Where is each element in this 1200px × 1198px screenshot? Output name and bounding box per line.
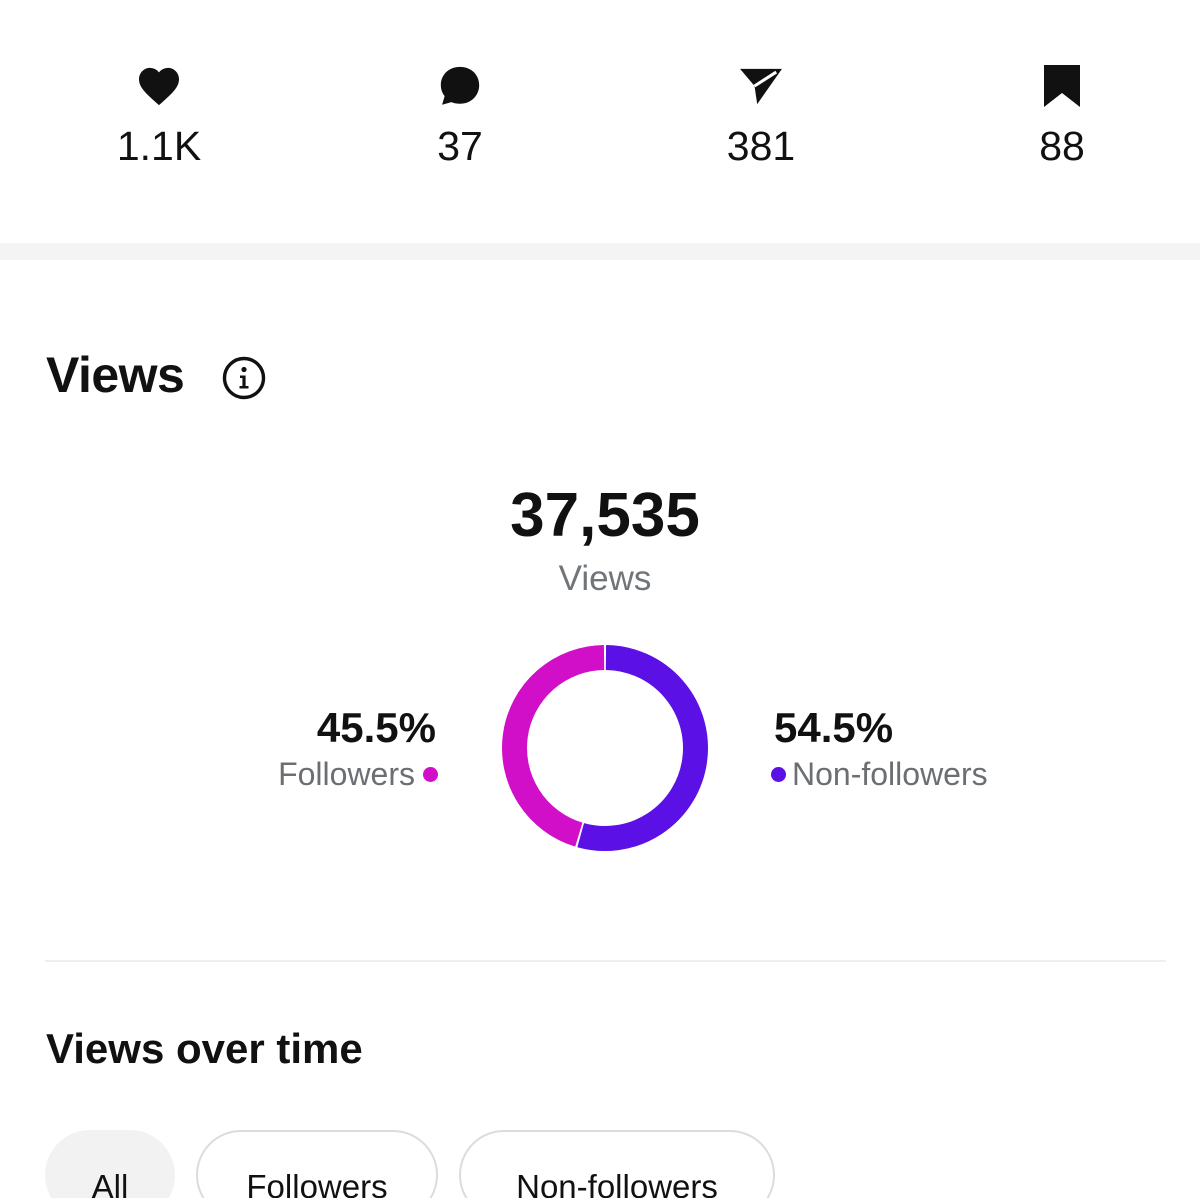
send-icon [738, 60, 784, 112]
filter-non-followers-chip[interactable]: Non-followers [459, 1130, 775, 1198]
comments-stat: 37 [360, 60, 560, 170]
saves-stat: 88 [962, 60, 1162, 170]
followers-legend-label: Followers [278, 756, 415, 792]
non-followers-legend-label: Non-followers [792, 756, 988, 792]
insights-page: 1.1K 37 381 88 Views 37,535 Views 45.5% … [0, 0, 1200, 1198]
non-followers-legend-dot [771, 766, 786, 782]
shares-count: 381 [726, 123, 796, 169]
filter-followers-chip[interactable]: Followers [196, 1130, 438, 1198]
info-icon[interactable] [221, 355, 267, 401]
heart-icon [137, 60, 181, 112]
followers-legend-dot [423, 766, 438, 782]
comment-icon [438, 60, 482, 112]
divider [45, 960, 1166, 962]
donut-segment-non-followers [577, 645, 708, 851]
donut-segment-followers [502, 645, 605, 847]
bookmark-icon [1042, 60, 1082, 112]
saves-count: 88 [1039, 123, 1085, 169]
likes-count: 1.1K [116, 123, 202, 169]
total-views-label: Views [558, 559, 652, 598]
shares-stat: 381 [661, 60, 861, 170]
non-followers-percent: 54.5% [774, 704, 894, 751]
followers-percent: 45.5% [316, 704, 436, 751]
total-views-value: 37,535 [510, 481, 700, 550]
likes-stat: 1.1K [59, 60, 259, 170]
section-separator [0, 243, 1200, 260]
followers-legend: Followers [170, 754, 438, 794]
filter-all-chip[interactable]: All [45, 1130, 175, 1198]
views-donut-chart [502, 645, 708, 851]
views-title: Views [46, 347, 185, 403]
comments-count: 37 [437, 123, 483, 169]
non-followers-legend: Non-followers [771, 754, 1071, 794]
views-over-time-title: Views over time [46, 1025, 363, 1072]
